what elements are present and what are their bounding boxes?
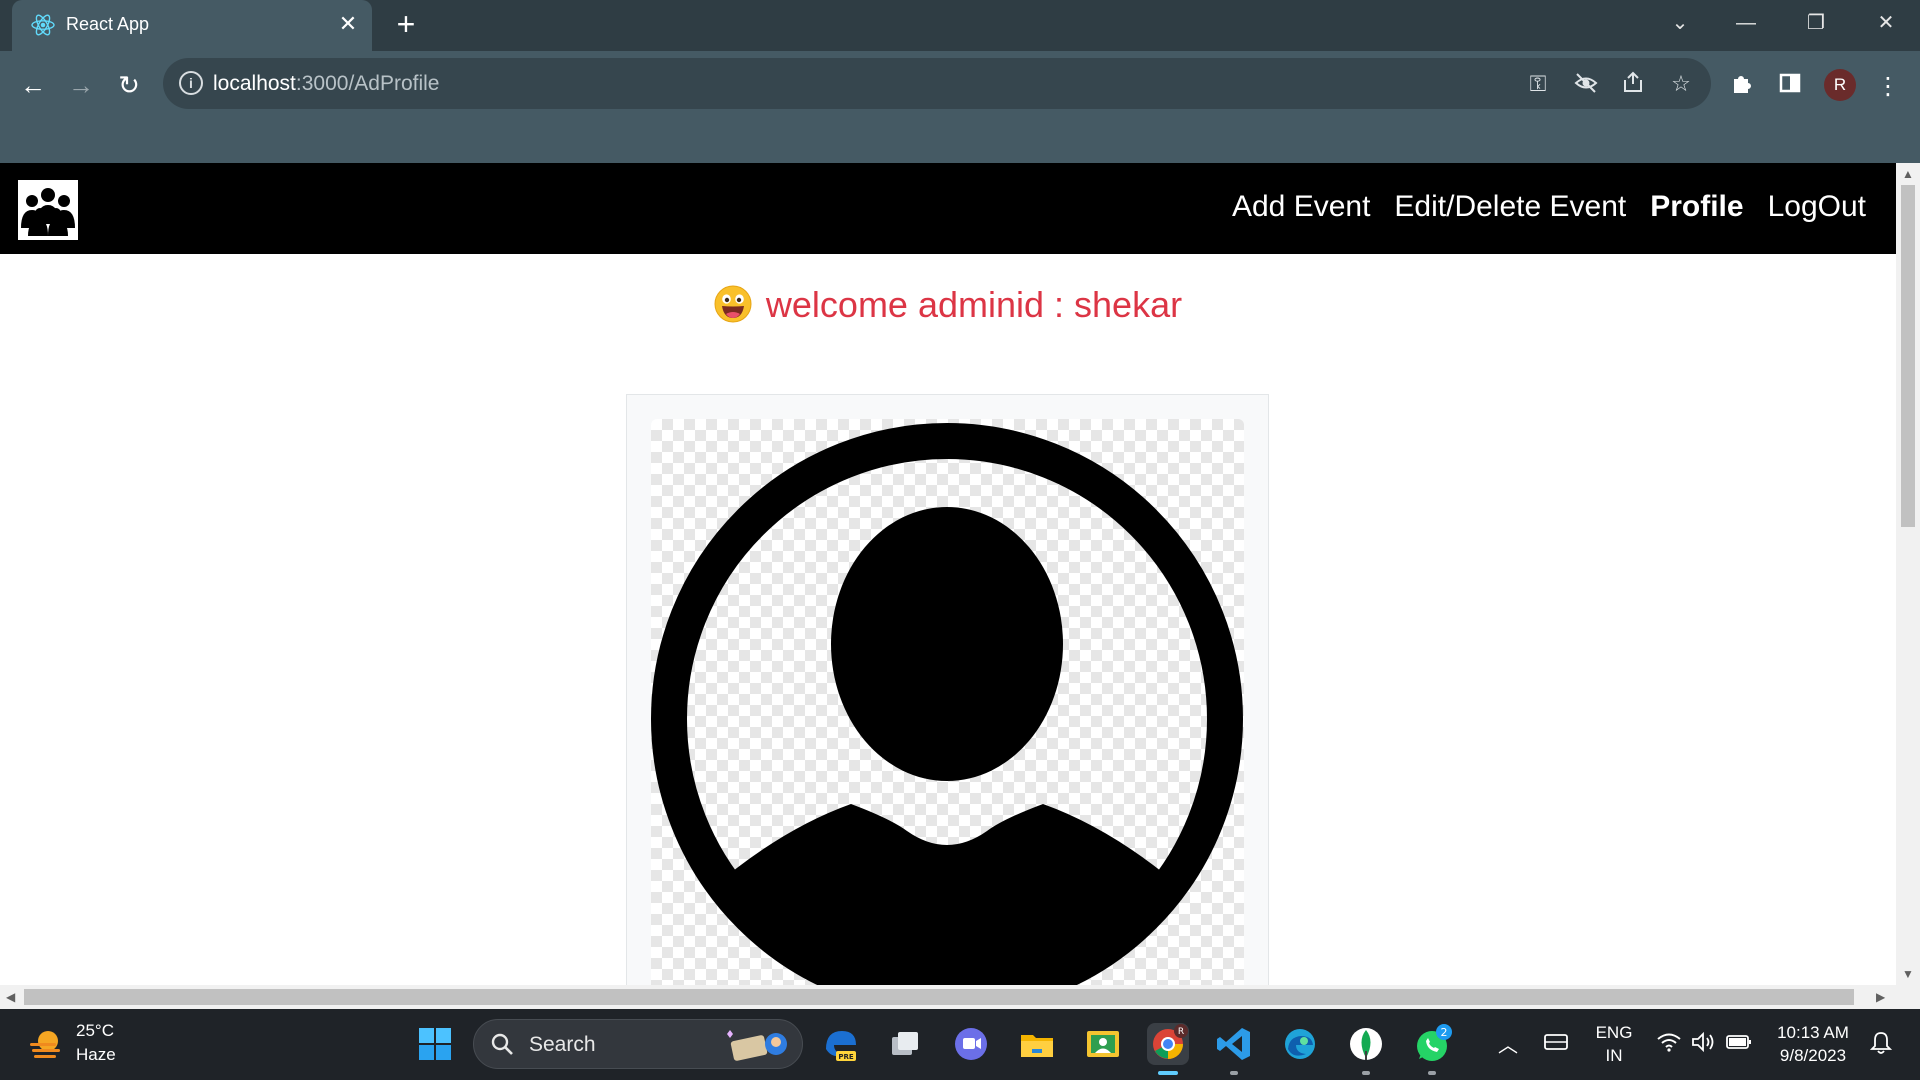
windows-taskbar: 25°C Haze Search PRE R 2 ︿ ENG IN 10:13 …: [0, 1009, 1920, 1080]
vertical-scroll-thumb[interactable]: [1901, 185, 1915, 527]
nav-add-event[interactable]: Add Event: [1232, 187, 1370, 227]
wifi-icon[interactable]: [1654, 1031, 1684, 1058]
windows-start-icon[interactable]: [418, 1027, 452, 1061]
input-language[interactable]: ENG: [1590, 1023, 1638, 1043]
scroll-right-arrow-icon[interactable]: ▶: [1876, 990, 1885, 1004]
share-icon[interactable]: [1619, 70, 1647, 98]
browser-menu-kebab-icon[interactable]: ⋮: [1872, 71, 1904, 103]
close-window-button[interactable]: ✕: [1866, 8, 1906, 38]
back-button[interactable]: ←: [15, 67, 51, 103]
search-highlight-illustration-icon: [727, 1030, 787, 1061]
restore-button[interactable]: ❐: [1796, 8, 1836, 38]
grinning-face-icon: [714, 285, 752, 323]
horizontal-scroll-thumb[interactable]: [24, 989, 1854, 1005]
url-path: :3000/AdProfile: [295, 72, 440, 95]
welcome-text: welcome adminid : shekar: [765, 284, 1183, 325]
file-explorer-icon[interactable]: [1016, 1023, 1058, 1065]
vertical-scrollbar[interactable]: ▲ ▼: [1896, 163, 1920, 985]
tab-search-chevron-icon[interactable]: ⌄: [1660, 8, 1700, 38]
scroll-down-arrow-icon[interactable]: ▼: [1902, 967, 1914, 981]
new-tab-button[interactable]: +: [391, 8, 421, 40]
task-view-icon[interactable]: [884, 1023, 926, 1065]
nav-edit-delete-event[interactable]: Edit/Delete Event: [1394, 187, 1626, 227]
chrome-active-indicator: [1158, 1071, 1178, 1075]
scroll-left-arrow-icon[interactable]: ◀: [6, 990, 15, 1004]
extensions-puzzle-icon[interactable]: [1726, 71, 1758, 103]
chrome-app-icon[interactable]: R: [1147, 1023, 1189, 1065]
url-host: localhost: [213, 72, 296, 95]
chrome-profile-badge: R: [1178, 1027, 1184, 1037]
taskbar-search-box[interactable]: Search: [473, 1019, 803, 1069]
search-label: Search: [529, 1033, 596, 1056]
battery-icon[interactable]: [1724, 1031, 1754, 1058]
profile-card: [626, 394, 1269, 985]
weather-condition[interactable]: Haze: [76, 1045, 116, 1065]
profile-image: [651, 419, 1244, 985]
url-text[interactable]: localhost:3000/AdProfile: [213, 72, 440, 96]
navbar-links: Add Event Edit/Delete Event Profile LogO…: [1232, 187, 1866, 227]
vscode-running-indicator: [1230, 1071, 1238, 1075]
browser-toolbar: ← → ↻ i localhost:3000/AdProfile ⚿ ☆ R ⋮: [0, 51, 1920, 163]
edge-preview-app-icon[interactable]: PRE: [820, 1023, 862, 1065]
minimize-button[interactable]: —: [1726, 8, 1766, 38]
nav-logout[interactable]: LogOut: [1768, 187, 1866, 227]
tray-keyboard-icon[interactable]: [1541, 1031, 1571, 1058]
horizontal-scrollbar[interactable]: ◀ ▶: [0, 985, 1920, 1009]
mongodb-app-icon[interactable]: [1345, 1023, 1387, 1065]
notification-bell-icon[interactable]: [1866, 1031, 1896, 1060]
weather-haze-icon[interactable]: [28, 1027, 64, 1063]
photos-app-icon[interactable]: [1082, 1023, 1124, 1065]
password-key-icon[interactable]: ⚿: [1524, 70, 1552, 98]
browser-tab[interactable]: React App ✕: [12, 0, 372, 51]
scroll-up-arrow-icon[interactable]: ▲: [1902, 167, 1914, 181]
volume-icon[interactable]: [1688, 1031, 1718, 1058]
side-panel-icon[interactable]: [1774, 71, 1806, 103]
reload-button[interactable]: ↻: [111, 67, 147, 103]
input-region[interactable]: IN: [1590, 1046, 1638, 1066]
profile-avatar[interactable]: R: [1824, 69, 1856, 101]
bookmark-star-icon[interactable]: ☆: [1667, 70, 1695, 98]
whatsapp-running-indicator: [1428, 1071, 1436, 1075]
nav-profile[interactable]: Profile: [1650, 187, 1743, 227]
teams-chat-icon[interactable]: [950, 1023, 992, 1065]
user-avatar-icon: [651, 423, 1243, 985]
tab-title: React App: [66, 14, 150, 34]
clock-date[interactable]: 9/8/2023: [1770, 1046, 1856, 1066]
forward-button[interactable]: →: [63, 67, 99, 103]
browser-tab-strip: React App ✕ + ⌄ — ❐ ✕: [0, 0, 1920, 51]
search-icon: [491, 1033, 513, 1055]
mongodb-running-indicator: [1362, 1071, 1370, 1075]
app-navbar: Add Event Edit/Delete Event Profile LogO…: [0, 163, 1896, 254]
group-logo-icon[interactable]: [18, 180, 78, 240]
site-info-icon[interactable]: i: [179, 71, 203, 95]
weather-temperature[interactable]: 25°C: [76, 1021, 114, 1041]
react-logo-icon: [31, 14, 55, 36]
close-tab-icon[interactable]: ✕: [335, 11, 361, 37]
tray-overflow-chevron-icon[interactable]: ︿: [1496, 1029, 1520, 1058]
edge-app-icon[interactable]: [1279, 1023, 1321, 1065]
clock-time[interactable]: 10:13 AM: [1770, 1023, 1856, 1043]
page-viewport: Add Event Edit/Delete Event Profile LogO…: [0, 163, 1920, 985]
address-bar[interactable]: i localhost:3000/AdProfile ⚿ ☆: [163, 58, 1711, 109]
vscode-app-icon[interactable]: [1213, 1023, 1255, 1065]
whatsapp-app-icon[interactable]: 2: [1411, 1023, 1453, 1065]
tracking-eye-off-icon[interactable]: [1572, 70, 1600, 98]
whatsapp-notification-badge: 2: [1441, 1026, 1448, 1039]
welcome-heading: welcome adminid : shekar: [0, 280, 1896, 330]
svg-text:PRE: PRE: [838, 1053, 854, 1061]
